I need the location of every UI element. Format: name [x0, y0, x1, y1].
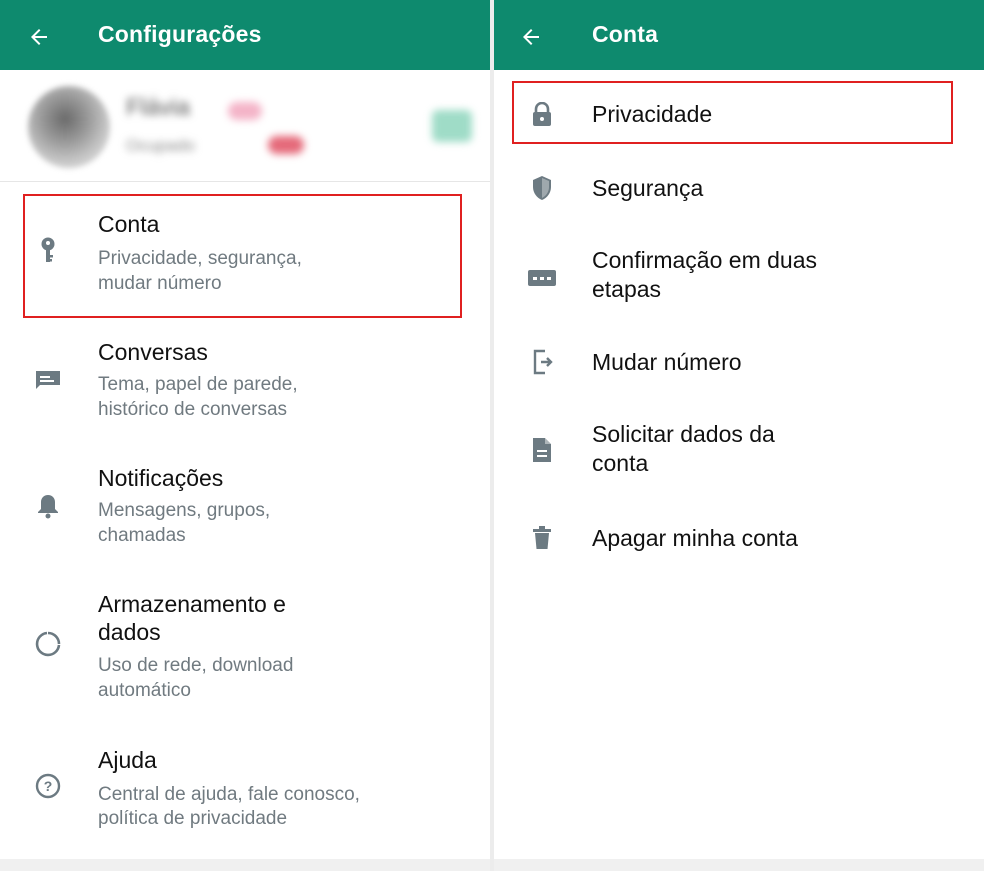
- settings-item-subtitle: Central de ajuda, fale conosco,: [98, 784, 360, 805]
- settings-item-subtitle: Uso de rede, download: [98, 655, 294, 676]
- dots-password-icon: [526, 262, 558, 294]
- settings-item-title: Conta: [98, 211, 160, 237]
- settings-item-subtitle: Mensagens, grupos,: [98, 500, 271, 521]
- arrow-left-icon: [523, 29, 539, 45]
- account-item-label: conta: [592, 450, 649, 476]
- account-item-label: Apagar minha conta: [592, 525, 798, 551]
- page-title: Configurações: [98, 21, 262, 47]
- change-number-icon: [526, 346, 558, 378]
- account-item-privacidade[interactable]: Privacidade: [494, 82, 984, 146]
- settings-item-subtitle: mudar número: [98, 273, 222, 294]
- settings-item-title: Notificações: [98, 465, 224, 491]
- account-item-seguranca[interactable]: Segurança: [494, 158, 984, 218]
- account-item-label: etapas: [592, 276, 662, 302]
- settings-item-subtitle: Tema, papel de parede,: [98, 374, 298, 395]
- settings-item-armazenamento[interactable]: Armazenamento e dados Uso de rede, downl…: [0, 582, 490, 722]
- document-icon: [526, 434, 558, 466]
- svg-text:?: ?: [44, 778, 53, 794]
- account-item-label: Segurança: [592, 175, 704, 201]
- account-item-label: Solicitar dados da: [592, 421, 775, 447]
- settings-item-subtitle: histórico de conversas: [98, 399, 288, 420]
- account-header: Conta: [494, 0, 984, 70]
- page-title: Conta: [592, 21, 659, 47]
- settings-item-subtitle: chamadas: [98, 525, 186, 546]
- account-item-mudar-numero[interactable]: Mudar número: [494, 332, 984, 392]
- account-item-label: Privacidade: [592, 101, 713, 127]
- account-panel: Conta Privacidade Segurança Confirmação …: [494, 0, 984, 871]
- settings-item-subtitle: política de privacidade: [98, 808, 288, 829]
- chat-icon: [32, 364, 64, 396]
- settings-item-title: Ajuda: [98, 747, 157, 773]
- bottom-strip: [494, 859, 984, 871]
- key-icon: [32, 234, 64, 266]
- account-item-confirmacao[interactable]: Confirmação em duas etapas: [494, 236, 984, 320]
- bell-icon: [32, 490, 64, 522]
- settings-item-title: Conversas: [98, 339, 208, 365]
- back-button[interactable]: [22, 22, 56, 52]
- settings-item-notificacoes[interactable]: Notificações Mensagens, grupos, chamadas: [0, 456, 490, 566]
- data-usage-icon: [32, 628, 64, 660]
- account-item-label: Confirmação em duas: [592, 247, 817, 273]
- profile-name: Flávia: [126, 94, 191, 121]
- settings-item-title: Armazenamento e: [98, 591, 286, 617]
- divider: [0, 181, 490, 182]
- status-emoji: [268, 136, 304, 154]
- emoji-badge: [228, 102, 262, 120]
- shield-icon: [526, 172, 558, 204]
- account-item-apagar-conta[interactable]: Apagar minha conta: [494, 508, 984, 568]
- bottom-strip: [0, 859, 490, 871]
- profile-row[interactable]: Flávia Ocupado: [0, 70, 490, 182]
- screenshot-root: Configurações Flávia Ocupado Conta Priva…: [0, 0, 984, 871]
- account-item-label: Mudar número: [592, 349, 742, 375]
- lock-icon: [526, 99, 558, 131]
- settings-item-subtitle: Privacidade, segurança,: [98, 248, 302, 269]
- profile-status: Ocupado: [126, 136, 195, 155]
- qr-code-button[interactable]: [432, 110, 472, 142]
- settings-item-ajuda[interactable]: ? Ajuda Central de ajuda, fale conosco, …: [0, 738, 490, 848]
- settings-item-conversas[interactable]: Conversas Tema, papel de parede, históri…: [0, 330, 490, 440]
- settings-panel: Configurações Flávia Ocupado Conta Priva…: [0, 0, 490, 871]
- settings-item-conta[interactable]: Conta Privacidade, segurança, mudar núme…: [0, 196, 490, 318]
- settings-header: Configurações: [0, 0, 490, 70]
- help-icon: ?: [32, 770, 64, 802]
- settings-item-subtitle: automático: [98, 680, 191, 701]
- avatar[interactable]: [28, 86, 110, 168]
- settings-item-title: dados: [98, 619, 161, 645]
- account-item-solicitar-dados[interactable]: Solicitar dados da conta: [494, 410, 984, 494]
- back-button[interactable]: [514, 22, 548, 52]
- trash-icon: [526, 522, 558, 554]
- arrow-left-icon: [31, 29, 47, 45]
